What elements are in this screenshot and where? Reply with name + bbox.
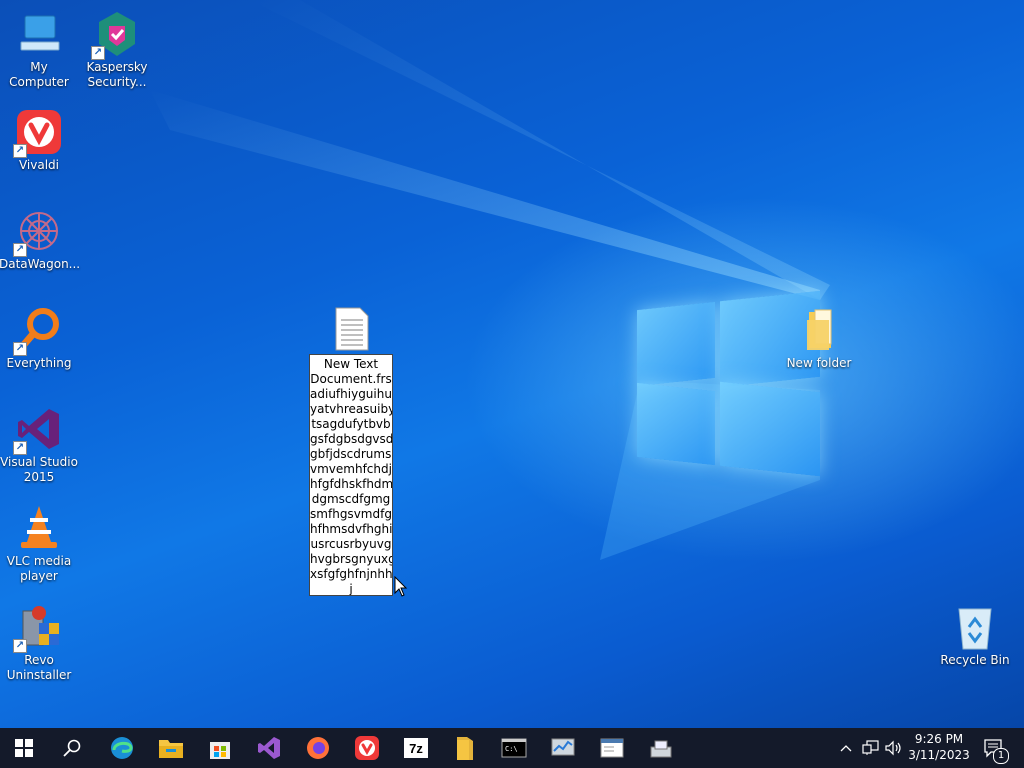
start-button[interactable]	[0, 728, 48, 768]
edge-icon	[111, 737, 133, 759]
taskbar-task-manager[interactable]	[539, 728, 587, 768]
rename-line: xsfgfghfnjnhh	[310, 567, 393, 581]
taskbar-notepad[interactable]	[588, 728, 636, 768]
7zip-icon: 7z	[404, 738, 428, 758]
desktop-icon-my-computer[interactable]: My Computer	[0, 10, 79, 90]
clock[interactable]: 9:26 PM 3/11/2023	[900, 731, 978, 763]
revo-icon: ↗	[13, 603, 63, 653]
notification-badge: 1	[993, 748, 1009, 764]
taskbar-7zip[interactable]: 7z	[392, 728, 440, 768]
network-tray-button[interactable]	[860, 728, 882, 768]
clock-date: 3/11/2023	[908, 748, 970, 762]
clock-time: 9:26 PM	[914, 732, 964, 746]
datawagon-icon: ↗	[13, 207, 63, 257]
taskbar-firefox[interactable]	[294, 728, 342, 768]
desktop-icon-vlc[interactable]: VLC media player	[0, 504, 79, 584]
taskbar-folder[interactable]	[441, 728, 489, 768]
vivaldi-icon: ↗	[13, 108, 63, 158]
vivaldi-icon	[355, 736, 379, 760]
taskbar-file-explorer[interactable]	[147, 728, 195, 768]
desktop-background: My Computer ↗ Kaspersky Security... ↗ Vi…	[0, 0, 1024, 728]
show-hidden-icons-button[interactable]	[836, 728, 856, 768]
taskbar-store[interactable]	[196, 728, 244, 768]
kaspersky-icon: ↗	[91, 10, 141, 60]
rename-line: usrcusrbyuvg	[310, 537, 392, 551]
rename-line: smfhgsvmdfg	[310, 507, 392, 521]
rename-line: gsfdgbsdgvsd	[310, 432, 393, 446]
search-button[interactable]	[48, 728, 96, 768]
file-explorer-icon	[159, 740, 183, 758]
rename-line: adiufhiyguihu	[310, 387, 392, 401]
store-icon	[210, 742, 230, 759]
desktop-icon-revo[interactable]: ↗ Revo Uninstaller	[0, 603, 79, 683]
start-icon	[15, 739, 33, 757]
svg-text:C:\: C:\	[505, 745, 518, 753]
rename-line: j	[349, 582, 353, 596]
rename-line: yatvhreasuiby	[310, 402, 393, 416]
taskbar-visual-studio[interactable]	[245, 728, 293, 768]
visual-studio-icon	[258, 737, 280, 759]
vlc-icon	[15, 504, 63, 552]
taskbar-network-tool[interactable]	[637, 728, 685, 768]
desktop-icon-visual-studio[interactable]: ↗ Visual Studio 2015	[0, 405, 79, 485]
desktop-icon-vivaldi[interactable]: ↗ Vivaldi	[0, 108, 79, 173]
desktop-icon-kaspersky[interactable]: ↗ Kaspersky Security...	[77, 10, 157, 90]
desktop-icon-everything[interactable]: ↗ Everything	[0, 306, 79, 371]
svg-text:7z: 7z	[409, 741, 423, 756]
desktop-icon-recycle-bin[interactable]: Recycle Bin	[935, 603, 1015, 668]
recycle-bin-icon	[951, 603, 999, 651]
visual-studio-icon: ↗	[13, 405, 63, 455]
text-document-icon[interactable]	[330, 306, 374, 352]
notification-center-button[interactable]: 1	[978, 728, 1010, 768]
everything-icon: ↗	[13, 306, 63, 356]
rename-line: hfhmsdvfhghi	[310, 522, 393, 536]
taskbar-vivaldi[interactable]	[343, 728, 391, 768]
desktop-icon-new-folder[interactable]: New folder	[779, 306, 859, 371]
desktop-icon-datawagon[interactable]: ↗ DataWagon...	[0, 207, 80, 272]
taskbar-terminal[interactable]: C:\	[490, 728, 538, 768]
computer-icon	[15, 10, 63, 58]
rename-line: hvgbrsgnyuxg	[310, 552, 393, 566]
rename-line: Document.frs	[310, 372, 392, 386]
taskbar-edge[interactable]	[98, 728, 146, 768]
chevron-up-icon	[840, 745, 852, 752]
rename-line: vmvemhfchdj	[310, 462, 392, 476]
folder-icon	[795, 306, 843, 354]
search-icon	[63, 739, 81, 757]
mouse-cursor-icon	[394, 576, 408, 597]
folder-icon	[457, 737, 473, 760]
notepad-icon	[600, 738, 624, 758]
network-tool-icon	[650, 740, 672, 758]
rename-line: tsagdufytbvb	[311, 417, 391, 431]
rename-line: gbfjdscdrumsi	[310, 447, 393, 461]
firefox-icon	[307, 737, 329, 759]
taskbar: 7z C:\ 9:26 PM 3/11/2023 1	[0, 728, 1024, 768]
network-icon	[862, 740, 879, 755]
rename-textbox[interactable]: New Text Document.frs adiufhiyguihu yatv…	[309, 354, 393, 596]
wallpaper-beams	[150, 0, 830, 560]
rename-line: New Text	[323, 357, 379, 371]
terminal-icon: C:\	[501, 738, 527, 758]
rename-line: dgmscdfgmg	[311, 492, 391, 506]
rename-line: hfgfdhskfhdm	[310, 477, 393, 491]
task-manager-icon	[551, 738, 575, 756]
